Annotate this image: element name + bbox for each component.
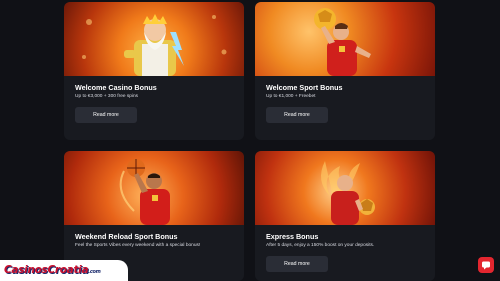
read-more-button[interactable]: Read more [266, 107, 328, 123]
card-title: Weekend Reload Sport Bonus [75, 232, 178, 241]
promo-card-express: Express Bonus After 5 days, enjoy a 150%… [255, 151, 435, 281]
read-more-button[interactable]: Read more [266, 256, 328, 272]
card-description: After 5 days, enjoy a 150% boost on your… [266, 243, 375, 248]
flaming-football-player-image [255, 151, 435, 225]
card-title: Express Bonus [266, 232, 319, 241]
watermark-name: CasinosCroatia [4, 264, 89, 276]
chat-button[interactable] [478, 257, 494, 273]
card-title: Welcome Sport Bonus [266, 83, 343, 92]
card-description: Up to €3,000 + 300 free spins [75, 94, 139, 99]
basketball-player-image [64, 151, 244, 225]
card-title: Welcome Casino Bonus [75, 83, 157, 92]
chat-bubble-icon [482, 261, 490, 270]
card-description: Up to €1,000 + Freebet [266, 94, 316, 99]
watermark-text: CasinosCroatia.com [4, 264, 101, 276]
zeus-character-image [64, 2, 244, 76]
football-player-image [255, 2, 435, 76]
promo-card-casino: Welcome Casino Bonus Up to €3,000 + 300 … [64, 2, 244, 140]
promotions-page: Welcome Casino Bonus Up to €3,000 + 300 … [0, 0, 500, 281]
promo-card-sport: Welcome Sport Bonus Up to €1,000 + Freeb… [255, 2, 435, 140]
card-description: Feel the Sports Vibes every weekend with… [75, 243, 201, 248]
casinoscroatia-watermark: CasinosCroatia.com [0, 260, 128, 281]
watermark-domain: .com [88, 269, 101, 275]
read-more-button[interactable]: Read more [75, 107, 137, 123]
